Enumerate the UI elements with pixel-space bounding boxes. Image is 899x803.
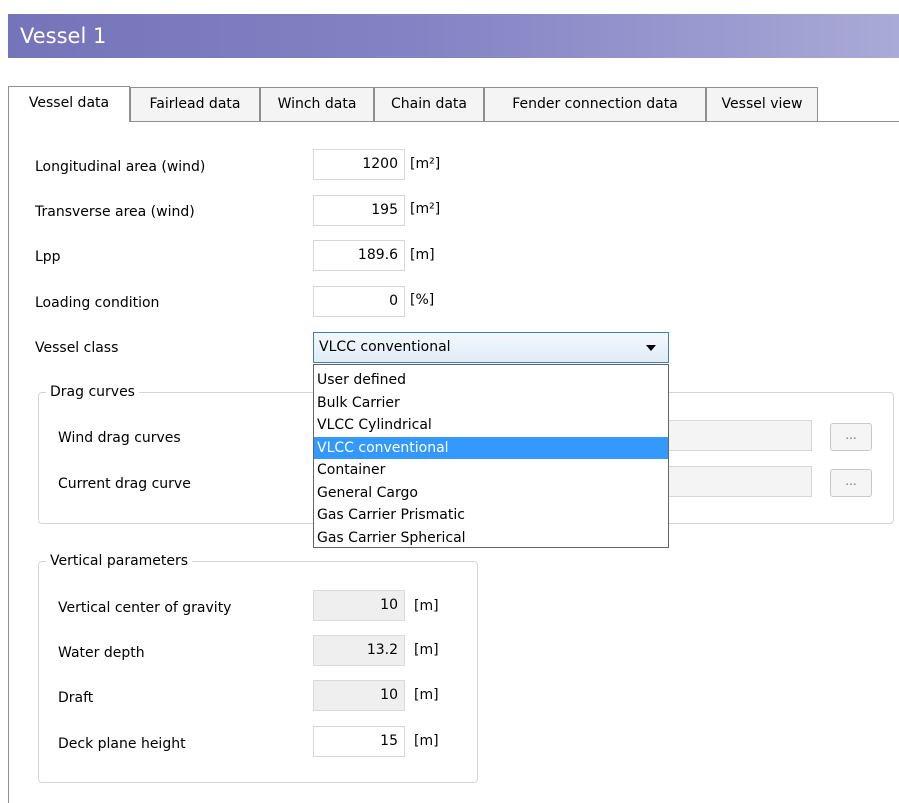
tab-chain-data[interactable]: Chain data <box>374 87 484 121</box>
lpp-label: Lpp <box>35 249 61 265</box>
draft-label: Draft <box>58 690 94 706</box>
option-gas-carrier-prismatic[interactable]: Gas Carrier Prismatic <box>314 504 668 526</box>
vcg-unit: [m] <box>414 598 439 614</box>
long-area-unit: [m²] <box>410 156 441 172</box>
current-drag-label: Current drag curve <box>58 476 191 492</box>
tab-vessel-view[interactable]: Vessel view <box>706 87 818 121</box>
tab-fairlead-data[interactable]: Fairlead data <box>130 87 260 121</box>
vertical-parameters-title: Vertical parameters <box>46 552 193 570</box>
water-depth-input: 13.2 <box>313 635 405 666</box>
draft-unit: [m] <box>414 687 439 703</box>
option-bulk-carrier[interactable]: Bulk Carrier <box>314 392 668 414</box>
vessel-class-value: VLCC conventional <box>319 339 451 355</box>
water-depth-unit: [m] <box>414 642 439 658</box>
vessel-class-dropdown: User defined Bulk Carrier VLCC Cylindric… <box>313 364 669 548</box>
current-drag-browse-button[interactable]: ... <box>830 469 872 497</box>
current-drag-field[interactable] <box>664 466 812 497</box>
loading-label: Loading condition <box>35 295 160 311</box>
deck-height-unit: [m] <box>414 733 439 749</box>
option-vlcc-conventional[interactable]: VLCC conventional <box>314 436 668 459</box>
option-container[interactable]: Container <box>314 459 668 481</box>
lpp-input[interactable]: 189.6 <box>313 240 405 271</box>
vcg-label: Vertical center of gravity <box>58 600 232 616</box>
wind-drag-browse-button[interactable]: ... <box>830 423 872 451</box>
deck-height-input[interactable]: 15 <box>313 726 405 757</box>
deck-height-label: Deck plane height <box>58 736 186 752</box>
loading-unit: [%] <box>410 292 435 308</box>
option-general-cargo[interactable]: General Cargo <box>314 482 668 504</box>
vessel-class-label: Vessel class <box>35 340 119 356</box>
trans-area-label: Transverse area (wind) <box>35 204 195 220</box>
tab-winch-data[interactable]: Winch data <box>260 87 374 121</box>
panel-border <box>8 121 9 803</box>
option-vlcc-cylindrical[interactable]: VLCC Cylindrical <box>314 414 668 436</box>
water-depth-label: Water depth <box>58 645 145 661</box>
trans-area-input[interactable]: 195 <box>313 195 405 226</box>
long-area-label: Longitudinal area (wind) <box>35 159 206 175</box>
tab-vessel-data[interactable]: Vessel data <box>8 86 130 122</box>
title-bar: Vessel 1 <box>8 14 899 58</box>
wind-drag-label: Wind drag curves <box>58 430 181 446</box>
window-title: Vessel 1 <box>20 24 107 48</box>
chevron-down-icon <box>646 345 656 351</box>
vessel-class-select[interactable]: VLCC conventional <box>313 332 669 363</box>
long-area-input[interactable]: 1200 <box>313 149 405 180</box>
option-gas-carrier-spherical[interactable]: Gas Carrier Spherical <box>314 527 668 549</box>
option-user-defined[interactable]: User defined <box>314 369 668 391</box>
tab-divider <box>8 121 899 122</box>
draft-input: 10 <box>313 680 405 711</box>
tab-fender-connection-data[interactable]: Fender connection data <box>484 87 706 121</box>
trans-area-unit: [m²] <box>410 201 441 217</box>
vcg-input: 10 <box>313 590 405 621</box>
drag-curves-title: Drag curves <box>46 383 139 401</box>
tab-strip: Vessel data Fairlead data Winch data Cha… <box>8 86 899 122</box>
wind-drag-field[interactable] <box>664 420 812 451</box>
loading-input[interactable]: 0 <box>313 286 405 317</box>
lpp-unit: [m] <box>410 247 435 263</box>
